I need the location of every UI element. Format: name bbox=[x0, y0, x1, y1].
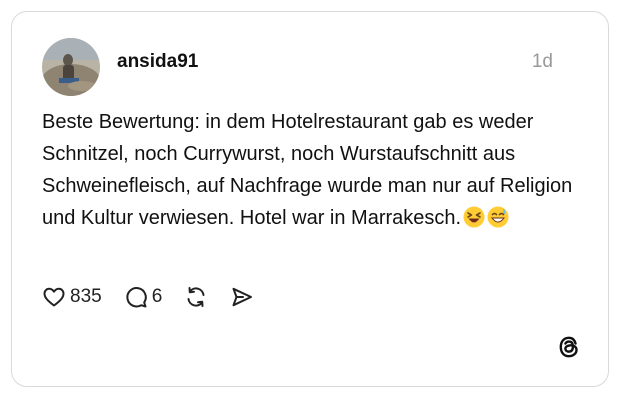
repost-button[interactable] bbox=[184, 285, 208, 309]
reply-count: 6 bbox=[151, 286, 163, 307]
grinning-sweat-emoji bbox=[487, 206, 509, 228]
laughing-face-emoji bbox=[463, 206, 485, 228]
avatar-photo bbox=[42, 38, 100, 96]
like-button[interactable]: 835 bbox=[42, 285, 102, 309]
action-bar: 835 6 bbox=[42, 282, 276, 312]
reply-bubble-icon bbox=[124, 285, 148, 309]
reply-button[interactable]: 6 bbox=[124, 285, 163, 309]
post-card[interactable]: ansida91 1d Beste Bewertung: in dem Hote… bbox=[11, 11, 609, 387]
repost-icon bbox=[184, 285, 208, 309]
share-button[interactable] bbox=[230, 285, 254, 309]
threads-logo-icon[interactable] bbox=[556, 334, 582, 360]
post-timestamp: 1d bbox=[531, 51, 553, 72]
heart-icon bbox=[42, 285, 66, 309]
post-body: Beste Bewertung: in dem Hotelrestaurant … bbox=[42, 106, 582, 234]
username[interactable]: ansida91 bbox=[117, 50, 198, 74]
share-icon bbox=[230, 285, 254, 309]
avatar[interactable] bbox=[42, 38, 100, 96]
like-count: 835 bbox=[70, 286, 102, 307]
